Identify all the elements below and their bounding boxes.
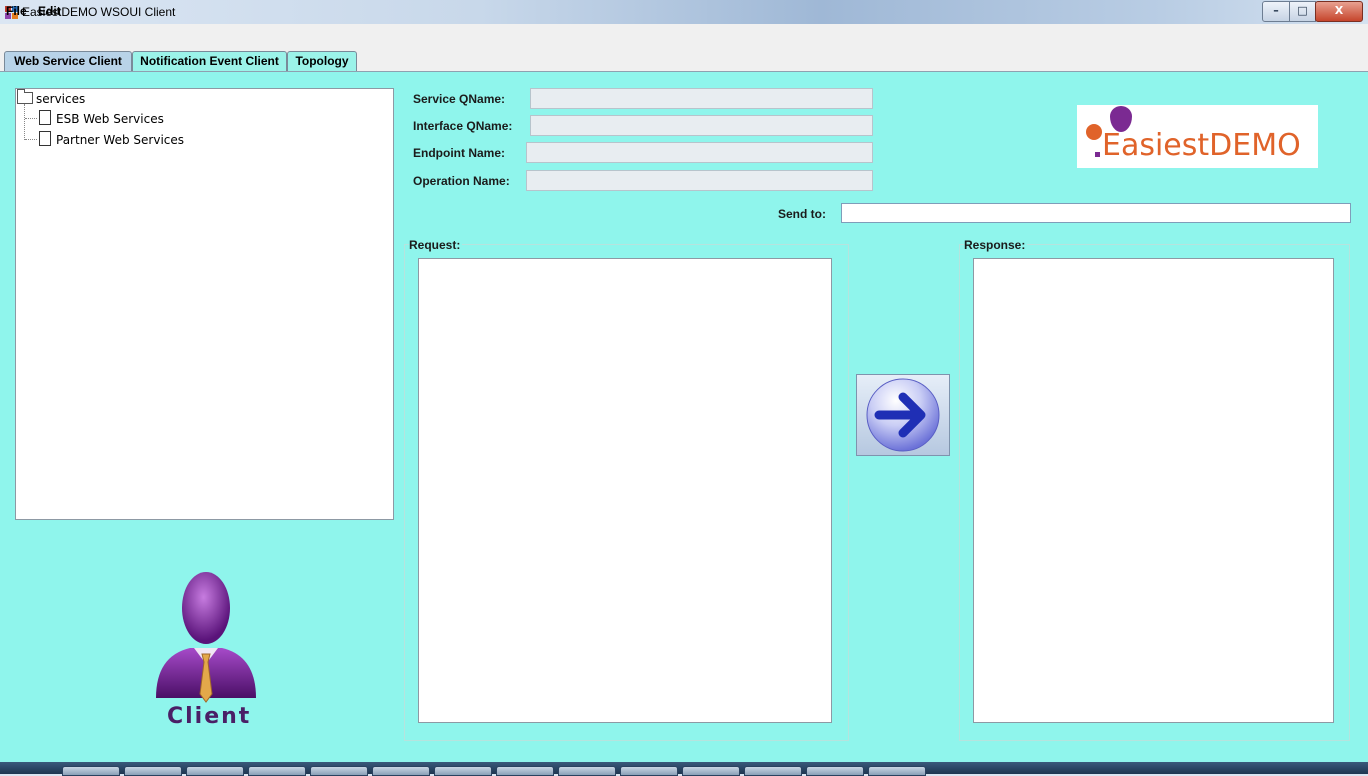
- logo-text-easiest: Easiest: [1102, 128, 1210, 163]
- tree-connector: [25, 118, 37, 119]
- maximize-button[interactable]: □: [1289, 1, 1316, 22]
- logo-text: EasiestDEMO: [1102, 128, 1301, 163]
- window-titlebar[interactable]: [0, 0, 1368, 24]
- taskbar-item[interactable]: [434, 766, 492, 776]
- menu-edit[interactable]: Edit: [38, 4, 61, 18]
- send-to-label: Send to:: [778, 207, 826, 221]
- taskbar-item[interactable]: [806, 766, 864, 776]
- send-to-input[interactable]: [841, 203, 1351, 223]
- document-icon: [39, 131, 51, 146]
- logo-dot: [1095, 152, 1100, 157]
- taskbar-item[interactable]: [744, 766, 802, 776]
- taskbar-item[interactable]: [248, 766, 306, 776]
- folder-icon: [17, 89, 33, 104]
- close-button[interactable]: X: [1315, 1, 1363, 22]
- taskbar-item[interactable]: [620, 766, 678, 776]
- taskbar-item[interactable]: [186, 766, 244, 776]
- request-label: Request:: [409, 238, 463, 252]
- tree-node-partner-web-services[interactable]: Partner Web Services: [56, 133, 184, 147]
- document-icon: [39, 110, 51, 125]
- operation-name-label: Operation Name:: [413, 174, 510, 188]
- request-textarea[interactable]: [418, 258, 832, 723]
- response-textarea[interactable]: [973, 258, 1334, 723]
- taskbar-item[interactable]: [558, 766, 616, 776]
- taskbar-item[interactable]: [310, 766, 368, 776]
- taskbar-item[interactable]: [372, 766, 430, 776]
- tree-node-services[interactable]: services: [36, 92, 85, 106]
- tab-web-service-client[interactable]: Web Service Client: [4, 51, 132, 71]
- logo-drop-orange: [1086, 124, 1102, 140]
- arrow-right-icon: [866, 378, 940, 452]
- tree-connector: [24, 104, 25, 140]
- taskbar-item[interactable]: [62, 766, 120, 776]
- interface-qname-label: Interface QName:: [413, 119, 513, 133]
- service-qname-label: Service QName:: [413, 92, 506, 106]
- user-icon: [156, 572, 256, 703]
- taskbar-item[interactable]: [868, 766, 926, 776]
- send-button[interactable]: [856, 374, 950, 456]
- taskbar-item[interactable]: [496, 766, 554, 776]
- interface-qname-field[interactable]: [530, 115, 873, 136]
- endpoint-name-label: Endpoint Name:: [413, 146, 505, 160]
- response-label: Response:: [964, 238, 1028, 252]
- tab-topology[interactable]: Topology: [287, 51, 357, 71]
- service-qname-field[interactable]: [530, 88, 873, 109]
- tree-node-esb-web-services[interactable]: ESB Web Services: [56, 112, 164, 126]
- taskbar-item[interactable]: [124, 766, 182, 776]
- menu-bar: [0, 24, 1368, 46]
- logo-text-demo: DEMO: [1209, 128, 1301, 163]
- services-tree[interactable]: [15, 88, 394, 520]
- operation-name-field[interactable]: [526, 170, 873, 191]
- tree-connector: [25, 139, 37, 140]
- minimize-button[interactable]: –: [1262, 1, 1290, 22]
- menu-file[interactable]: File: [6, 4, 27, 18]
- endpoint-name-field[interactable]: [526, 142, 873, 163]
- taskbar-item[interactable]: [682, 766, 740, 776]
- client-label: Client: [167, 704, 252, 729]
- tab-notification-event-client[interactable]: Notification Event Client: [132, 51, 287, 71]
